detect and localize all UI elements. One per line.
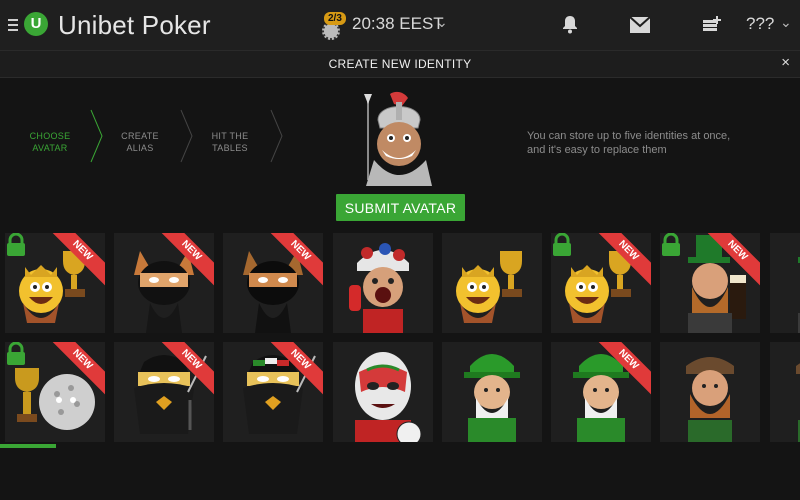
avatar-option-leprechaun-elder[interactable]: NEW (551, 342, 651, 442)
session-count-badge: 2/3 (324, 12, 346, 25)
dialog-header: CREATE NEW IDENTITY × (0, 51, 800, 78)
avatar-option-highlander-bearded[interactable] (660, 342, 760, 442)
clock[interactable]: 20:38 EEST (352, 14, 444, 34)
step-label: HIT THE (211, 131, 249, 141)
step-label: ALIAS (126, 143, 154, 153)
lock-icon (662, 233, 680, 256)
avatar-option-ninja-cat[interactable]: NEW (114, 233, 214, 333)
avatar-image (355, 352, 422, 442)
avatar-grid: NEW NEW NEW NEW NEW NEW NEW NEW NEW (0, 233, 800, 445)
unibet-logo[interactable]: U (24, 12, 48, 36)
top-bar: U Unibet Poker 2/3 20:38 EEST ⌄ ??? ⌄ (0, 0, 800, 51)
avatar-option-ninja-penguin[interactable]: NEW (114, 342, 214, 442)
avatar-option-luchador-mask[interactable] (333, 342, 433, 442)
step-label: CREATE (121, 131, 159, 141)
avatar-option-highlander-bearded[interactable] (770, 342, 800, 442)
step-create-alias: CREATE ALIAS (100, 100, 180, 160)
bell-icon[interactable] (560, 14, 580, 34)
cashier-icon[interactable] (702, 14, 722, 34)
step-hit-tables: HIT THE TABLES (190, 100, 270, 160)
lock-icon (553, 233, 571, 256)
step-label: AVATAR (32, 143, 68, 153)
step-label: TABLES (212, 143, 248, 153)
avatar-option-trophy-king-emoji[interactable]: NEW (551, 233, 651, 333)
avatar-option-leprechaun-beer[interactable] (770, 233, 800, 333)
mail-icon[interactable] (630, 17, 650, 33)
scroll-progress-bar (0, 444, 800, 448)
avatar-option-ninja-penguin-italy[interactable]: NEW (223, 342, 323, 442)
avatar-option-golf-ball-trophy[interactable]: NEW (5, 342, 105, 442)
step-choose-avatar: CHOOSE AVATAR (10, 100, 90, 160)
avatar-image (798, 257, 800, 333)
avatar-image (796, 363, 800, 442)
lock-icon (7, 233, 25, 256)
selected-avatar-preview (364, 91, 432, 186)
avatar-option-leprechaun-elder[interactable] (442, 342, 542, 442)
account-menu[interactable]: ??? (746, 14, 774, 34)
avatar-image (464, 354, 520, 442)
progress-fill (0, 444, 56, 448)
avatar-option-football-fan[interactable] (333, 233, 433, 333)
avatar-image (456, 251, 522, 323)
step-label: CHOOSE (29, 131, 71, 141)
avatar-image (686, 357, 734, 442)
table-sessions-indicator[interactable]: 2/3 (320, 12, 348, 40)
avatar-option-leprechaun-beer[interactable]: NEW (660, 233, 760, 333)
avatar-image (349, 243, 409, 333)
identity-info-text: You can store up to five identities at o… (527, 130, 731, 156)
avatar-option-trophy-king-emoji[interactable] (442, 233, 542, 333)
menu-icon[interactable] (8, 16, 22, 32)
avatar-option-ninja-cat-dark[interactable]: NEW (223, 233, 323, 333)
lock-icon (7, 342, 25, 365)
close-icon[interactable]: × (781, 54, 790, 71)
submit-avatar-button[interactable]: SUBMIT AVATAR (336, 194, 465, 221)
chevron-down-icon[interactable]: ⌄ (780, 14, 792, 31)
avatar-option-trophy-king-emoji[interactable]: NEW (5, 233, 105, 333)
brand-title: Unibet Poker (58, 10, 211, 40)
chevron-down-icon[interactable]: ⌄ (436, 14, 448, 31)
dialog-title: CREATE NEW IDENTITY (328, 57, 472, 71)
step-chevron-icon (270, 109, 283, 163)
